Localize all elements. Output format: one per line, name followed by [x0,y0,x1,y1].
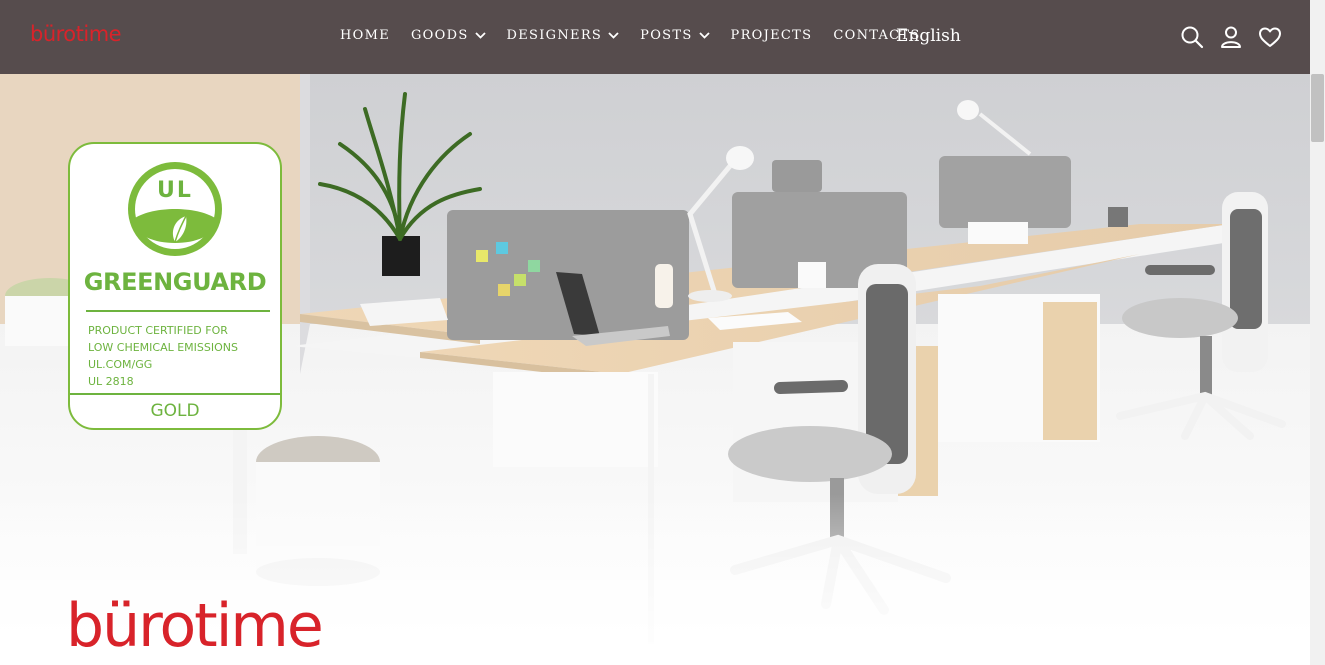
menu-item-designers[interactable]: DESIGNERS [507,28,620,43]
top-navbar: bürotime HOME GOODS DESIGNERS POSTS PROJ… [0,0,1310,74]
scrollbar-thumb[interactable] [1311,74,1324,142]
heart-icon[interactable] [1258,25,1282,49]
chevron-down-icon [608,32,619,39]
badge-divider [86,310,270,312]
brand-logo[interactable]: bürotime [30,22,122,46]
hero-banner: UL GREENGUARD PRODUCT CERTIFIED FOR LOW … [0,74,1310,665]
main-menu: HOME GOODS DESIGNERS POSTS PROJECTS CONT… [340,28,942,43]
page: bürotime HOME GOODS DESIGNERS POSTS PROJ… [0,0,1310,665]
badge-line-4: UL 2818 [88,375,134,388]
hero-brand-logo: bürotime [66,591,324,661]
badge-line-1: PRODUCT CERTIFIED FOR [88,324,228,337]
chevron-down-icon [698,32,710,39]
badge-title: GREENGUARD [83,268,267,296]
user-icon[interactable] [1219,25,1243,49]
menu-item-projects[interactable]: PROJECTS [731,28,813,43]
badge-line-3: UL.COM/GG [88,358,153,371]
menu-item-label: HOME [340,28,390,43]
menu-item-home[interactable]: HOME [340,28,390,43]
menu-item-label: POSTS [640,28,693,43]
ul-mark-text: UL [157,178,193,203]
menu-item-posts[interactable]: POSTS [640,28,710,43]
badge-level: GOLD [150,401,200,421]
chevron-down-icon [474,32,486,39]
ul-leaf-logo-icon [128,162,222,256]
menu-item-goods[interactable]: GOODS [411,28,486,43]
search-icon[interactable] [1180,25,1204,49]
menu-item-label: GOODS [411,28,469,43]
menu-item-label: PROJECTS [730,28,813,43]
language-selector[interactable]: English [896,26,961,46]
badge-description: PRODUCT CERTIFIED FOR LOW CHEMICAL EMISS… [88,322,238,390]
badge-divider [70,393,280,395]
menu-item-label: DESIGNERS [506,28,603,43]
badge-line-2: LOW CHEMICAL EMISSIONS [88,341,238,354]
greenguard-badge: UL GREENGUARD PRODUCT CERTIFIED FOR LOW … [68,142,282,430]
